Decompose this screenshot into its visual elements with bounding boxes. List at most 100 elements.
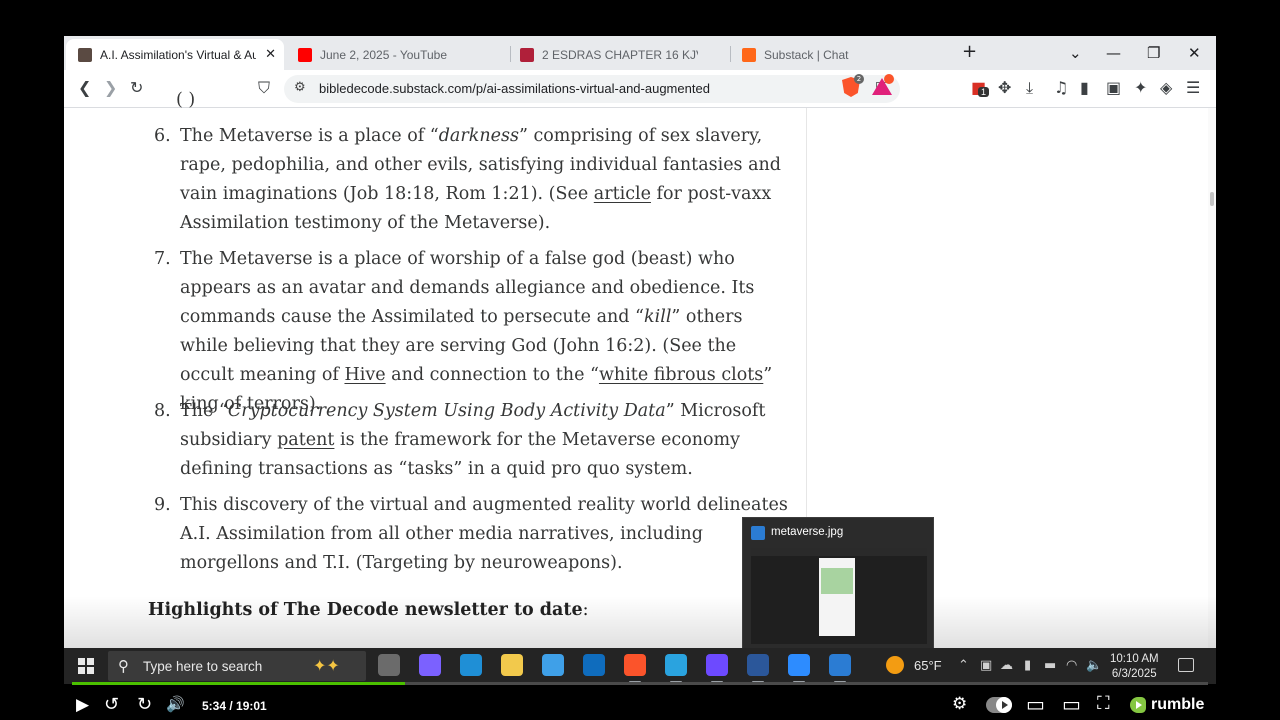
new-tab-button[interactable]: + xyxy=(962,41,977,62)
media-icon[interactable]: ♫ xyxy=(1054,78,1068,98)
list-item-text: The Metaverse is a place of worship of a… xyxy=(180,245,788,419)
window-close-button[interactable]: ✕ xyxy=(1188,44,1201,62)
vpn-icon[interactable]: ◈ xyxy=(1160,78,1172,98)
microphone-icon[interactable]: ▮ xyxy=(1024,658,1031,673)
tab-label: 2 ESDRAS CHAPTER 16 KJV xyxy=(542,47,698,62)
volume-icon[interactable]: 🔊 xyxy=(166,695,185,713)
file-explorer-icon[interactable] xyxy=(501,654,523,676)
picture-in-picture-icon[interactable]: ▭ xyxy=(1026,692,1045,716)
taskbar-thumbnail-preview[interactable]: metaverse.jpg xyxy=(742,517,934,651)
scrollbar-thumb[interactable] xyxy=(1210,192,1214,206)
thumbnail-image xyxy=(751,548,927,644)
rumble-wordmark: rumble xyxy=(1151,696,1205,713)
skip-forward-icon[interactable]: ↻ xyxy=(137,694,152,715)
windows-start-icon[interactable] xyxy=(78,658,94,674)
video-progress-bar[interactable] xyxy=(72,682,1208,685)
photos-icon xyxy=(751,526,765,540)
taskbar-search-box[interactable]: ⚲ Type here to search ✦✦ xyxy=(108,651,366,681)
body-text: This discovery of the virtual and augmen… xyxy=(180,495,788,573)
shields-count-badge: 2 xyxy=(854,74,864,84)
settings-gear-icon[interactable]: ⚙ xyxy=(952,694,967,714)
youtube-icon xyxy=(298,47,312,62)
minimize-button[interactable]: — xyxy=(1106,44,1121,62)
substack-icon xyxy=(742,47,756,62)
leo-ai-icon[interactable]: ✦ xyxy=(1134,78,1147,98)
clock-date: 6/3/2025 xyxy=(1111,668,1157,680)
tab-search-icon[interactable]: ⌄ xyxy=(1069,44,1082,62)
address-bar[interactable]: ⚙ bibledecode.substack.com/p/ai-assimila… xyxy=(284,75,900,103)
emphasis-text: darkness xyxy=(438,126,519,146)
article-link[interactable]: article xyxy=(594,184,651,204)
sidebar-icon[interactable]: ▮ xyxy=(1080,78,1089,98)
clipped-text: ( ) xyxy=(176,90,196,110)
extension-badge: 1 xyxy=(978,87,990,97)
tab-label: A.I. Assimilation's Virtual & Augm xyxy=(100,47,256,62)
highlights-label: Highlights of The Decode newsletter to d… xyxy=(148,600,583,620)
tab-favicon xyxy=(78,47,92,62)
list-item-text: This discovery of the virtual and augmen… xyxy=(180,491,788,578)
page-content: ( ) 6. The Metaverse is a place of “dark… xyxy=(64,90,1216,648)
brave-icon[interactable] xyxy=(624,654,646,676)
windows-taskbar: ⚲ Type here to search ✦✦ 65°F ⌃ ▣ ☁ ▮ ▬ … xyxy=(64,648,1216,684)
device-icon[interactable]: ▬ xyxy=(1044,658,1056,673)
bookmark-icon[interactable]: ⛉ xyxy=(258,78,270,98)
downloads-icon[interactable]: ⤓ xyxy=(1026,78,1033,98)
fullscreen-icon[interactable]: ⛶ xyxy=(1097,693,1110,714)
list-item-text: The “Cryptocurrency System Using Body Ac… xyxy=(180,397,788,484)
thumbnail-title: metaverse.jpg xyxy=(771,526,844,538)
microsoft-store-icon[interactable] xyxy=(542,654,564,676)
tab-ai-assimilation[interactable]: A.I. Assimilation's Virtual & Augm ✕ xyxy=(66,39,284,70)
body-text: and connection to the “ xyxy=(385,365,599,385)
tray-app-icon[interactable]: ▣ xyxy=(980,658,992,673)
tab-2-esdras[interactable]: 2 ESDRAS CHAPTER 16 KJV xyxy=(508,39,728,70)
edge-icon[interactable] xyxy=(460,654,482,676)
back-arrow-icon[interactable]: ❮ xyxy=(78,78,91,98)
word-icon[interactable] xyxy=(747,654,769,676)
outlook-icon[interactable] xyxy=(583,654,605,676)
rumble-logo[interactable]: rumble xyxy=(1130,696,1204,714)
tab-youtube[interactable]: June 2, 2025 - YouTube xyxy=(286,39,504,70)
list-number: 7. xyxy=(154,249,171,269)
play-icon[interactable]: ▶ xyxy=(76,695,89,715)
zoom-icon[interactable] xyxy=(788,654,810,676)
article-link[interactable]: Hive xyxy=(344,365,385,385)
theater-mode-icon[interactable]: ▭ xyxy=(1062,692,1081,716)
wifi-icon[interactable]: ◠ xyxy=(1066,658,1077,673)
autoplay-toggle[interactable] xyxy=(986,697,1012,713)
emphasis-text: Cryptocurrency System Using Body Activit… xyxy=(227,401,666,421)
telegram-icon[interactable] xyxy=(665,654,687,676)
body-text: The Metaverse is a place of “ xyxy=(180,126,439,146)
close-tab-icon[interactable]: ✕ xyxy=(265,46,276,62)
restore-button[interactable]: ❐ xyxy=(1147,44,1160,62)
video-frame: A.I. Assimilation's Virtual & Augm ✕ Jun… xyxy=(0,0,1280,720)
proton-mail-icon[interactable] xyxy=(706,654,728,676)
highlights-heading: Highlights of The Decode newsletter to d… xyxy=(148,596,589,625)
article-link[interactable]: white fibrous clots xyxy=(599,365,763,385)
menu-icon[interactable]: ☰ xyxy=(1186,78,1200,98)
taskbar-clock[interactable]: 10:10 AM 6/3/2025 xyxy=(1110,652,1159,682)
autoplay-knob xyxy=(996,697,1012,713)
preview-toolbar xyxy=(751,548,927,556)
site-info-icon[interactable]: ⚙ xyxy=(294,80,306,95)
onedrive-icon[interactable]: ☁ xyxy=(1000,658,1013,673)
tab-substack-chat[interactable]: Substack | Chat xyxy=(730,39,948,70)
reload-icon[interactable]: ↻ xyxy=(130,78,143,98)
body-text: The “ xyxy=(180,401,228,421)
weather-widget[interactable]: 65°F xyxy=(886,656,942,674)
rewards-badge xyxy=(884,74,894,84)
rewind-icon[interactable]: ↺ xyxy=(104,694,119,715)
article-link[interactable]: patent xyxy=(277,430,334,450)
task-view-icon[interactable] xyxy=(378,654,400,676)
photos-icon[interactable] xyxy=(829,654,851,676)
copilot-icon[interactable] xyxy=(419,654,441,676)
extensions-puzzle-icon[interactable]: ✥ xyxy=(998,78,1011,98)
tray-overflow-icon[interactable]: ⌃ xyxy=(958,658,969,673)
url-text[interactable]: bibledecode.substack.com/p/ai-assimilati… xyxy=(319,81,710,96)
wallet-icon[interactable]: ▣ xyxy=(1106,78,1121,98)
notification-center-icon[interactable] xyxy=(1178,658,1194,672)
forward-arrow-icon[interactable]: ❯ xyxy=(104,78,117,98)
scrollbar[interactable] xyxy=(1208,108,1216,648)
volume-tray-icon[interactable]: 🔈 xyxy=(1086,658,1102,673)
list-number: 9. xyxy=(154,495,171,515)
browser-toolbar: ❮ ❯ ↻ ⛉ ⚙ bibledecode.substack.com/p/ai-… xyxy=(64,70,1216,108)
